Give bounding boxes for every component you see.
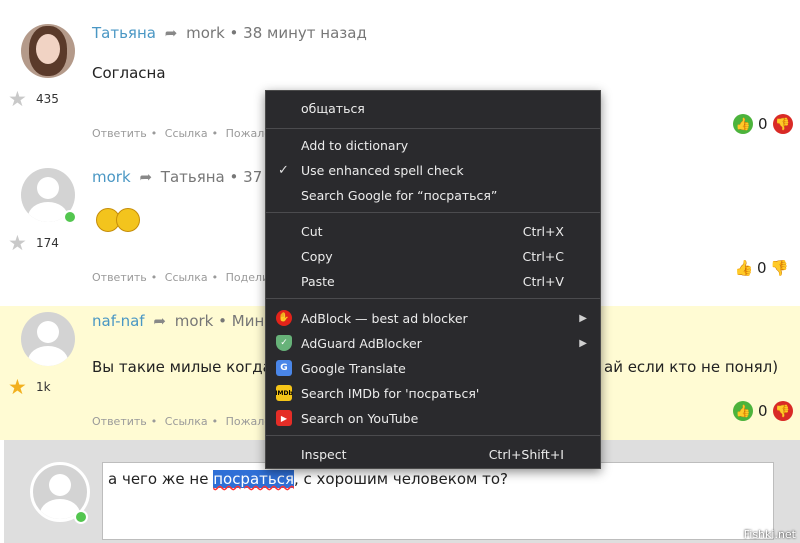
avatar[interactable] bbox=[21, 312, 75, 366]
reply-arrow-icon: ➦ bbox=[164, 24, 178, 42]
reply-to-user[interactable]: Татьяна bbox=[161, 168, 225, 186]
menu-label: Cut bbox=[301, 223, 323, 239]
menu-item-adblock[interactable]: ✋ AdBlock — best ad blocker ▶ bbox=[266, 306, 600, 330]
star-icon[interactable]: ★ bbox=[8, 377, 27, 398]
author-link[interactable]: mork bbox=[92, 168, 131, 186]
reply-link[interactable]: Ответить bbox=[92, 271, 147, 284]
thumbs-down-icon[interactable]: 👎 bbox=[772, 401, 793, 421]
adblock-hand-icon: ✋ bbox=[276, 310, 292, 326]
reply-link[interactable]: Ответить bbox=[92, 127, 147, 140]
menu-item-inspect[interactable]: Inspect Ctrl+Shift+I bbox=[266, 442, 600, 466]
star-icon[interactable]: ★ bbox=[8, 233, 27, 254]
vote-controls: 👍 0 👎 bbox=[733, 113, 793, 135]
menu-label: Inspect bbox=[301, 446, 347, 462]
menu-separator bbox=[266, 298, 600, 299]
reply-text-after: , с хорошим человеком то? bbox=[294, 470, 508, 488]
submenu-arrow-icon: ▶ bbox=[579, 337, 587, 349]
online-indicator bbox=[74, 510, 88, 524]
watermark: Fishki.net bbox=[743, 528, 796, 541]
menu-item-search-google[interactable]: Search Google for “посраться” bbox=[266, 183, 600, 207]
vote-controls: 👍 0 👎 bbox=[735, 257, 789, 279]
menu-item-suggestion[interactable]: общаться bbox=[266, 96, 600, 120]
menu-item-enhanced-spell[interactable]: ✓ Use enhanced spell check bbox=[266, 158, 600, 182]
reply-text-before: а чего же не bbox=[108, 470, 214, 488]
menu-label: Copy bbox=[301, 248, 333, 264]
menu-shortcut: Ctrl+V bbox=[522, 273, 564, 289]
reply-link[interactable]: Ответить bbox=[92, 415, 147, 428]
comment-actions: Ответить • Ссылка • Пожало bbox=[92, 415, 272, 428]
thumbs-down-icon[interactable]: 👎 bbox=[772, 114, 793, 134]
submenu-arrow-icon: ▶ bbox=[579, 312, 587, 324]
comment-text-continued: ай если кто не понял) bbox=[604, 358, 779, 376]
link-link[interactable]: Ссылка bbox=[165, 415, 208, 428]
star-icon[interactable]: ★ bbox=[8, 89, 27, 110]
vote-count: 0 bbox=[758, 115, 768, 133]
avatar[interactable] bbox=[21, 24, 75, 78]
menu-item-add-dictionary[interactable]: Add to dictionary bbox=[266, 133, 600, 157]
thumbs-down-icon[interactable]: 👎 bbox=[770, 258, 789, 278]
comment-header: mork ➦ Татьяна • 37 м bbox=[92, 168, 278, 186]
menu-label: Add to dictionary bbox=[301, 137, 409, 153]
online-indicator bbox=[63, 210, 77, 224]
reply-to-user[interactable]: mork bbox=[175, 312, 214, 330]
menu-item-cut[interactable]: Cut Ctrl+X bbox=[266, 219, 600, 243]
menu-label: Use enhanced spell check bbox=[301, 162, 464, 178]
link-link[interactable]: Ссылка bbox=[165, 271, 208, 284]
reply-to-user[interactable]: mork bbox=[186, 24, 225, 42]
youtube-icon: ▶ bbox=[276, 410, 292, 426]
menu-item-copy[interactable]: Copy Ctrl+C bbox=[266, 244, 600, 268]
vote-count: 0 bbox=[757, 259, 767, 277]
selected-word: посраться bbox=[213, 470, 294, 488]
menu-item-adguard[interactable]: ✓ AdGuard AdBlocker ▶ bbox=[266, 331, 600, 355]
checkmark-icon: ✓ bbox=[278, 162, 289, 178]
reply-arrow-icon: ➦ bbox=[153, 312, 166, 330]
adguard-shield-icon: ✓ bbox=[276, 335, 292, 351]
menu-label: Google Translate bbox=[301, 360, 406, 376]
menu-item-translate[interactable]: G Google Translate bbox=[266, 356, 600, 380]
reply-text[interactable]: а чего же не посраться, с хорошим челове… bbox=[108, 470, 508, 488]
vote-count: 0 bbox=[758, 402, 768, 420]
menu-label: Paste bbox=[301, 273, 335, 289]
menu-shortcut: Ctrl+Shift+I bbox=[488, 446, 564, 462]
menu-separator bbox=[266, 128, 600, 129]
google-translate-icon: G bbox=[276, 360, 292, 376]
comment-actions: Ответить • Ссылка • Поделит bbox=[92, 271, 276, 284]
comment-header: naf-naf ➦ mork • Мин bbox=[92, 312, 264, 330]
menu-label: Search Google for “посраться” bbox=[301, 187, 498, 203]
emoji-image bbox=[96, 208, 140, 232]
thumbs-up-icon[interactable]: 👍 bbox=[733, 114, 753, 134]
menu-label: Search IMDb for 'посраться' bbox=[301, 385, 480, 401]
comment-header: Татьяна ➦ mork • 38 минут назад bbox=[92, 24, 367, 42]
context-menu: общаться Add to dictionary ✓ Use enhance… bbox=[265, 90, 601, 469]
rating-count: 1k bbox=[36, 380, 51, 394]
rating-count: 174 bbox=[36, 236, 59, 250]
menu-item-paste[interactable]: Paste Ctrl+V bbox=[266, 269, 600, 293]
menu-shortcut: Ctrl+X bbox=[522, 223, 564, 239]
timestamp: • 38 минут назад bbox=[229, 24, 367, 42]
comment-text: Вы такие милые когда bbox=[92, 358, 272, 376]
author-link[interactable]: Татьяна bbox=[92, 24, 156, 42]
reply-arrow-icon: ➦ bbox=[139, 168, 153, 186]
thumbs-up-icon[interactable]: 👍 bbox=[733, 401, 753, 421]
link-link[interactable]: Ссылка bbox=[165, 127, 208, 140]
menu-item-youtube[interactable]: ▶ Search on YouTube bbox=[266, 406, 600, 430]
comment-text: Согласна bbox=[92, 64, 166, 82]
imdb-icon: IMDb bbox=[275, 385, 293, 401]
author-link[interactable]: naf-naf bbox=[92, 312, 145, 330]
menu-shortcut: Ctrl+C bbox=[522, 248, 564, 264]
menu-item-imdb[interactable]: IMDb Search IMDb for 'посраться' bbox=[266, 381, 600, 405]
menu-separator bbox=[266, 212, 600, 213]
menu-label: AdGuard AdBlocker bbox=[301, 335, 422, 351]
menu-label: AdBlock — best ad blocker bbox=[301, 310, 468, 326]
rating-count: 435 bbox=[36, 92, 59, 106]
thumbs-up-icon[interactable]: 👍 bbox=[735, 258, 754, 278]
comment-actions: Ответить • Ссылка • Пожало bbox=[92, 127, 272, 140]
menu-label: общаться bbox=[301, 100, 365, 116]
menu-separator bbox=[266, 435, 600, 436]
vote-controls: 👍 0 👎 bbox=[733, 400, 793, 422]
menu-label: Search on YouTube bbox=[301, 410, 419, 426]
timestamp: • Мин bbox=[218, 312, 265, 330]
